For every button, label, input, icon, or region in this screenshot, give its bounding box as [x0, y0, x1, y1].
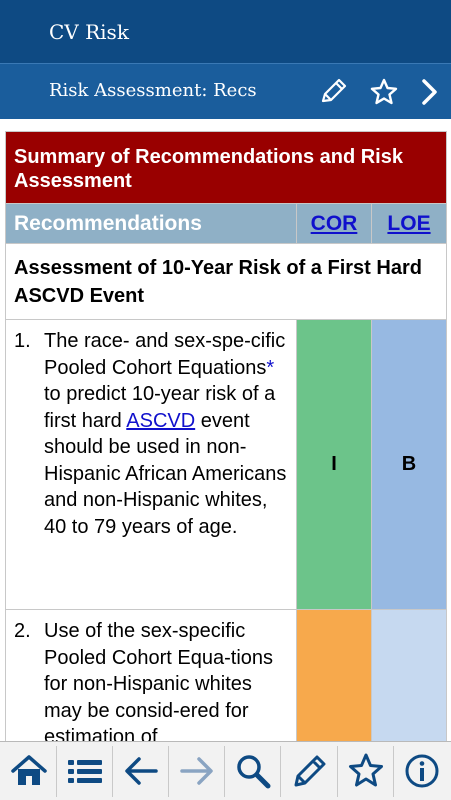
toolbar-divider: [56, 746, 57, 797]
loe-column-header[interactable]: LOE: [370, 203, 448, 244]
star-icon[interactable]: [346, 751, 386, 791]
app-title: CV Risk: [49, 20, 129, 44]
recommendation-text: 2. Use of the sex-specific Pooled Cohort…: [5, 609, 297, 741]
cor-cell: [296, 609, 372, 741]
recommendations-content[interactable]: Summary of Recommendations and Risk Asse…: [0, 119, 451, 741]
recommendation-number: 1.: [14, 330, 31, 352]
cor-cell: I: [296, 319, 372, 610]
page-title: Risk Assessment: Recs: [49, 80, 257, 101]
table-row: 1. The race- and sex-spe-cific Pooled Co…: [5, 319, 448, 610]
arrow-right-icon[interactable]: [177, 751, 217, 791]
toolbar-divider: [224, 746, 225, 797]
table-header: Summary of Recommendations and Risk Asse…: [4, 131, 448, 204]
info-icon[interactable]: [402, 751, 442, 791]
cor-link[interactable]: COR: [311, 212, 358, 235]
recommendations-column-header: Recommendations: [5, 203, 297, 244]
ascvd-link[interactable]: ASCVD: [126, 410, 195, 432]
section-title: Assessment of 10-Year Risk of a First Ha…: [4, 243, 448, 320]
toolbar-divider: [168, 746, 169, 797]
recommendation-number: 2.: [14, 620, 31, 642]
toolbar-divider: [337, 746, 338, 797]
star-icon[interactable]: [368, 76, 400, 108]
app-title-bar: CV Risk: [0, 0, 451, 63]
loe-cell: B: [370, 319, 448, 610]
pencil-icon[interactable]: [290, 751, 330, 791]
cor-column-header[interactable]: COR: [296, 203, 372, 244]
recommendation-text-part: Use of the sex-specific Pooled Cohort Eq…: [44, 620, 274, 741]
home-icon[interactable]: [9, 751, 49, 791]
section-toolbar: Risk Assessment: Recs: [0, 63, 451, 119]
toolbar-divider: [112, 746, 113, 797]
pencil-icon[interactable]: [317, 76, 349, 108]
loe-cell: [370, 609, 448, 741]
loe-link[interactable]: LOE: [387, 212, 430, 235]
recommendation-text-part: The race- and sex-spe-cific Pooled Cohor…: [44, 330, 286, 379]
table-row: 2. Use of the sex-specific Pooled Cohort…: [5, 609, 448, 741]
footnote-asterisk[interactable]: *: [266, 357, 274, 379]
bottom-toolbar: [0, 741, 451, 800]
toolbar-divider: [393, 746, 394, 797]
arrow-left-icon[interactable]: [121, 751, 161, 791]
list-icon[interactable]: [65, 751, 105, 791]
recommendation-text: 1. The race- and sex-spe-cific Pooled Co…: [5, 319, 297, 610]
chevron-right-icon[interactable]: [414, 76, 446, 108]
toolbar-divider: [280, 746, 281, 797]
search-icon[interactable]: [233, 751, 273, 791]
recommendations-table: Summary of Recommendations and Risk Asse…: [4, 131, 448, 741]
